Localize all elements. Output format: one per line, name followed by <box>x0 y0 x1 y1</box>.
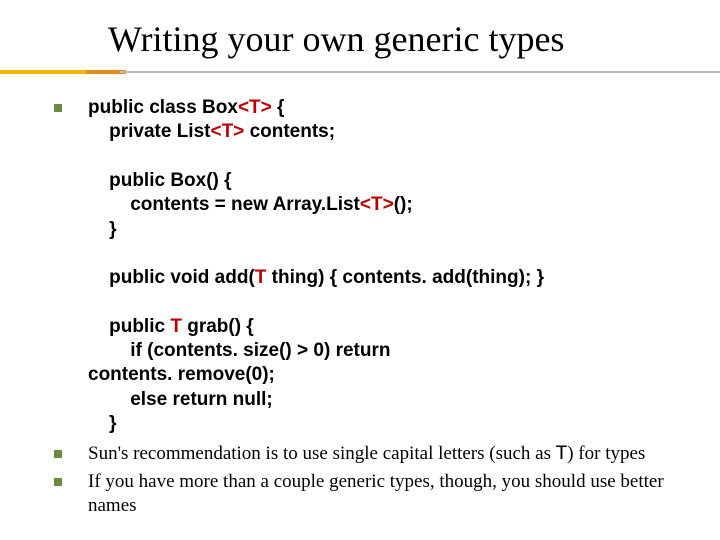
note-text: If you have more than a couple generic t… <box>88 470 670 518</box>
accent-yellow <box>0 70 90 74</box>
code-text: } <box>88 413 117 434</box>
note-part: ) for types <box>567 443 645 464</box>
bullet-item-note: If you have more than a couple generic t… <box>50 470 670 518</box>
code-text: public Box() { <box>88 170 232 191</box>
note-text: Sun's recommendation is to use single ca… <box>88 442 645 466</box>
note-part: Sun's recommendation is to use single ca… <box>88 443 556 464</box>
code-text: } <box>88 219 117 240</box>
code-highlight: T <box>170 316 182 337</box>
code-text: else return null; <box>88 389 273 410</box>
header-underline <box>0 69 720 74</box>
note-code-literal: T <box>556 442 567 464</box>
code-text: (); <box>394 194 413 215</box>
code-text: grab() { <box>182 316 254 337</box>
bullet-icon <box>54 104 62 112</box>
slide-header: Writing your own generic types <box>0 0 720 74</box>
code-text: contents = new Array.List <box>88 194 360 215</box>
code-text: contents. remove(0); <box>88 364 275 385</box>
code-sample: public class Box<T> { private List<T> co… <box>88 96 544 436</box>
bullet-item-note: Sun's recommendation is to use single ca… <box>50 442 670 466</box>
bullet-icon <box>54 450 62 458</box>
code-text: if (contents. size() > 0) return <box>88 340 390 361</box>
code-highlight: <T> <box>210 121 244 142</box>
code-highlight: <T> <box>238 97 272 118</box>
code-text: public <box>88 316 170 337</box>
code-text: public void add( <box>88 267 255 288</box>
bullet-item-code: public class Box<T> { private List<T> co… <box>50 96 670 436</box>
bullet-icon <box>54 478 62 486</box>
code-text: public class Box <box>88 97 238 118</box>
slide-title: Writing your own generic types <box>108 18 720 60</box>
slide-body: public class Box<T> { private List<T> co… <box>0 74 720 518</box>
accent-gray <box>120 71 720 73</box>
code-text: contents; <box>244 121 335 142</box>
code-text: private List <box>88 121 210 142</box>
code-text: thing) { contents. add(thing); } <box>266 267 544 288</box>
code-text: { <box>272 97 285 118</box>
code-highlight: T <box>255 267 267 288</box>
code-highlight: <T> <box>360 194 394 215</box>
